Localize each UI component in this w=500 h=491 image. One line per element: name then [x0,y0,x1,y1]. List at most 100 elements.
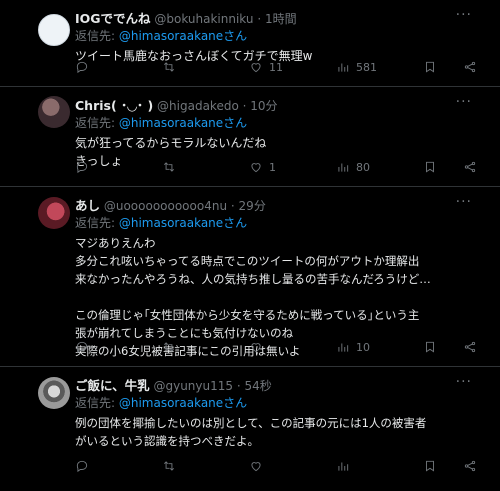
separator-dot: · [257,12,262,26]
bookmark-button[interactable] [423,60,463,74]
share-icon [464,460,476,472]
reply-button[interactable] [75,459,162,473]
views-count: 581 [356,60,377,74]
action-bar: 10 [75,338,484,356]
reply-to-prefix: 返信先: [75,29,119,43]
author-handle[interactable]: @higadakedo [157,99,239,113]
separator-dot: · [242,99,247,113]
reply-to-prefix: 返信先: [75,216,119,230]
share-button[interactable] [463,60,483,74]
retweet-button[interactable] [162,459,249,473]
share-icon [464,341,476,353]
bookmark-button[interactable] [423,340,463,354]
reply-timeline: IOGででんね @bokuhakinniku · 1時間 ··· 返信先: @h… [0,0,500,491]
author-name[interactable]: あし [75,198,100,213]
like-count: 1 [269,160,276,174]
views-button[interactable] [336,459,423,473]
reply-to-prefix: 返信先: [75,116,119,130]
avatar[interactable] [38,197,70,229]
retweet-button[interactable] [162,160,249,174]
retweet-icon [164,342,174,352]
views-button[interactable]: 10 [336,340,423,354]
share-icon [464,61,476,73]
more-icon[interactable]: ··· [456,375,472,389]
like-icon [251,462,261,472]
author-handle[interactable]: @gyunyu115 [153,379,233,393]
timestamp[interactable]: 1時間 [265,12,297,26]
reply-icon [76,61,88,74]
retweet-icon [164,62,174,72]
reply-item[interactable]: あし @uooooooooooo4nu · 29分 ··· 返信先: @hima… [0,187,500,367]
reply-header: IOGででんね @bokuhakinniku · 1時間 [75,10,484,28]
reply-item[interactable]: IOGででんね @bokuhakinniku · 1時間 ··· 返信先: @h… [0,0,500,87]
like-icon [251,343,261,353]
views-icon [338,163,349,172]
reply-to-line: 返信先: @himasoraakaneさん [75,215,484,231]
reply-header: Chris( ･◡･ ) @higadakedo · 10分 [75,97,484,115]
author-handle[interactable]: @uooooooooooo4nu [104,199,227,213]
avatar[interactable] [38,377,70,409]
reply-to-mention[interactable]: @himasoraakaneさん [119,29,247,43]
timestamp[interactable]: 54秒 [245,379,272,393]
reply-icon [76,161,88,174]
timestamp[interactable]: 10分 [250,99,277,113]
reply-text: 例の団体を揶揄したいのは別として、この記事の元には1人の被害者 がいるという認識… [75,416,427,448]
views-icon [338,63,349,72]
retweet-icon [164,162,174,172]
separator-dot: · [230,199,235,213]
like-button[interactable]: 11 [249,60,336,74]
author-handle[interactable]: @bokuhakinniku [154,12,253,26]
more-icon[interactable]: ··· [456,8,472,22]
like-icon [251,163,261,173]
bookmark-icon [426,61,434,73]
like-icon [251,63,261,73]
views-count: 10 [356,340,370,354]
share-button[interactable] [463,340,483,354]
like-count: 11 [269,60,283,74]
retweet-button[interactable] [162,60,249,74]
avatar[interactable] [38,96,70,128]
bookmark-icon [426,161,434,173]
more-icon[interactable]: ··· [456,95,472,109]
separator-dot: · [236,379,241,393]
views-count: 80 [356,160,370,174]
like-button[interactable] [249,340,336,354]
reply-to-line: 返信先: @himasoraakaneさん [75,115,484,131]
reply-to-mention[interactable]: @himasoraakaneさん [119,216,247,230]
share-icon [464,161,476,173]
action-bar: 1 80 [75,158,484,176]
reply-item[interactable]: ご飯に、牛乳 @gyunyu115 · 54秒 ··· 返信先: @himaso… [0,367,500,491]
author-name[interactable]: Chris( ･◡･ ) [75,98,153,113]
retweet-button[interactable] [162,340,249,354]
more-icon[interactable]: ··· [456,195,472,209]
views-button[interactable]: 581 [336,60,423,74]
bookmark-icon [426,341,434,353]
share-button[interactable] [463,160,483,174]
bookmark-button[interactable] [423,160,463,174]
bookmark-button[interactable] [423,459,463,473]
author-name[interactable]: ご飯に、牛乳 [75,378,150,393]
action-bar [75,457,484,475]
reply-to-line: 返信先: @himasoraakaneさん [75,28,484,44]
share-button[interactable] [463,459,483,473]
reply-item[interactable]: Chris( ･◡･ ) @higadakedo · 10分 ··· 返信先: … [0,87,500,187]
reply-button[interactable] [75,340,162,354]
reply-button[interactable] [75,160,162,174]
views-icon [338,462,349,471]
reply-to-prefix: 返信先: [75,396,119,410]
reply-to-line: 返信先: @himasoraakaneさん [75,395,484,411]
bookmark-icon [426,460,434,472]
timestamp[interactable]: 29分 [239,199,266,213]
reply-to-mention[interactable]: @himasoraakaneさん [119,396,247,410]
retweet-icon [164,461,174,471]
reply-button[interactable] [75,60,162,74]
reply-to-mention[interactable]: @himasoraakaneさん [119,116,247,130]
reply-icon [76,460,88,473]
avatar[interactable] [38,14,70,46]
views-button[interactable]: 80 [336,160,423,174]
like-button[interactable] [249,459,336,473]
action-bar: 11 581 [75,58,484,76]
author-name[interactable]: IOGででんね [75,11,151,26]
reply-header: あし @uooooooooooo4nu · 29分 [75,197,484,215]
like-button[interactable]: 1 [249,160,336,174]
